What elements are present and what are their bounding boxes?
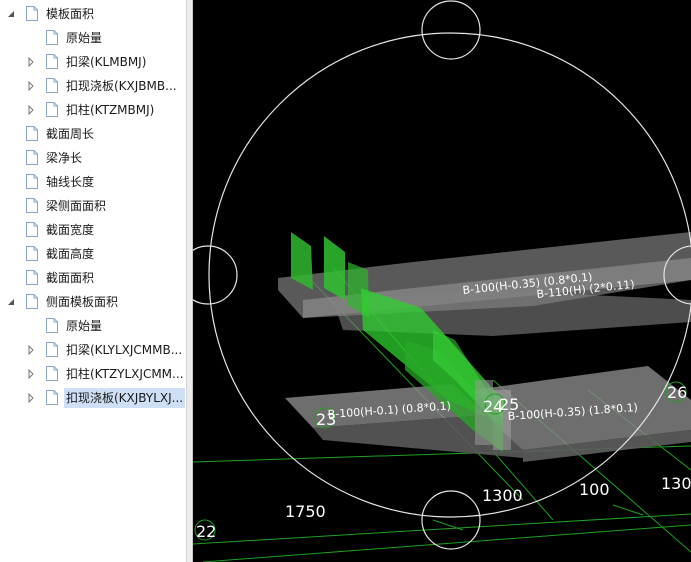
axis-label-25: 25: [499, 395, 519, 414]
axis-label-23: 23: [316, 410, 336, 429]
tree-item-label: 扣现浇板(KXJBMB...: [66, 79, 177, 93]
collapse-arrow-icon[interactable]: [26, 345, 36, 355]
document-icon: [26, 270, 38, 285]
document-icon: [26, 294, 38, 309]
tree-item[interactable]: 扣梁(KLMBMJ): [0, 50, 186, 74]
document-icon: [46, 54, 58, 69]
collapse-arrow-icon[interactable]: [26, 57, 36, 67]
panel-splitter[interactable]: [186, 0, 193, 562]
document-icon: [26, 174, 38, 189]
collapse-arrow-icon[interactable]: [26, 105, 36, 115]
tree-item-label: 扣梁(KLYLXJCMMB...: [66, 343, 183, 357]
tree-item-label: 截面面积: [46, 271, 95, 285]
tree-item-label: 截面高度: [46, 247, 95, 261]
viewport-canvas[interactable]: B-100(H-0.35) (0.8*0.1) B-110(H) (2*0.11…: [193, 0, 691, 562]
document-icon: [46, 390, 58, 405]
tree-item-label: 扣梁(KLMBMJ): [66, 55, 147, 69]
expand-arrow-icon[interactable]: [6, 297, 16, 307]
tree-item[interactable]: 原始量: [0, 314, 186, 338]
expand-arrow-icon[interactable]: [6, 9, 16, 19]
document-icon: [26, 150, 38, 165]
document-icon: [46, 342, 58, 357]
tree-item-label: 截面宽度: [46, 223, 95, 237]
tree-item[interactable]: 截面周长: [0, 122, 186, 146]
document-icon: [46, 102, 58, 117]
dimension-1750: 1750: [285, 502, 326, 521]
small-circle-left: [193, 245, 238, 305]
tree-item-label: 原始量: [66, 31, 103, 45]
tree-item[interactable]: 扣现浇板(KXJBMB...: [0, 74, 186, 98]
tree-item[interactable]: 梁侧面面积: [0, 194, 186, 218]
tree-item-label: 扣柱(KTZYLXJCMM...: [66, 367, 184, 381]
tree-item-label: 截面周长: [46, 127, 95, 141]
3d-viewport[interactable]: B-100(H-0.35) (0.8*0.1) B-110(H) (2*0.11…: [193, 0, 691, 562]
tree-item-label: 扣现浇板(KXJBYLXJ...: [64, 388, 186, 408]
document-icon: [26, 246, 38, 261]
document-icon: [46, 318, 58, 333]
tree-item[interactable]: 扣柱(KTZMBMJ): [0, 98, 186, 122]
dimension-1300: 1300: [482, 486, 523, 505]
tree-item[interactable]: 截面高度: [0, 242, 186, 266]
tree-item[interactable]: 扣柱(KTZYLXJCMM...: [0, 362, 186, 386]
small-circle-top: [421, 0, 481, 60]
document-icon: [46, 78, 58, 93]
tree-item[interactable]: 扣现浇板(KXJBYLXJ...: [0, 386, 186, 410]
tree-item-label: 模板面积: [46, 7, 95, 21]
tree-item-label: 扣柱(KTZMBMJ): [66, 103, 155, 117]
tree-item[interactable]: 扣梁(KLYLXJCMMB...: [0, 338, 186, 362]
tree-item-label: 轴线长度: [46, 175, 95, 189]
quantity-tree: 模板面积 原始量 扣梁(KLMBMJ) 扣现浇板(KXJBMB... 扣柱(KTZMBM…: [0, 0, 186, 562]
small-circle-bottom: [421, 490, 481, 550]
collapse-arrow-icon[interactable]: [26, 369, 36, 379]
document-icon: [26, 198, 38, 213]
dimension-100: 100: [579, 480, 610, 499]
axis-label-22: 22: [196, 522, 216, 541]
tree-item[interactable]: 截面面积: [0, 266, 186, 290]
tree-item[interactable]: 模板面积: [0, 2, 186, 26]
tree-item[interactable]: 梁净长: [0, 146, 186, 170]
tree-item-label: 梁侧面面积: [46, 199, 107, 213]
tree-item[interactable]: 原始量: [0, 26, 186, 50]
document-icon: [46, 366, 58, 381]
tree-item-label: 梁净长: [46, 151, 83, 165]
document-icon: [26, 126, 38, 141]
dimension-130: 130: [661, 474, 691, 493]
collapse-arrow-icon[interactable]: [26, 393, 36, 403]
document-icon: [46, 30, 58, 45]
document-icon: [26, 222, 38, 237]
tree-item-label: 侧面模板面积: [46, 295, 119, 309]
tree-item[interactable]: 侧面模板面积: [0, 290, 186, 314]
tree-item[interactable]: 截面宽度: [0, 218, 186, 242]
axis-label-26: 26: [667, 383, 687, 402]
tree-item-label: 原始量: [66, 319, 103, 333]
collapse-arrow-icon[interactable]: [26, 81, 36, 91]
tree-item[interactable]: 轴线长度: [0, 170, 186, 194]
document-icon: [26, 6, 38, 21]
